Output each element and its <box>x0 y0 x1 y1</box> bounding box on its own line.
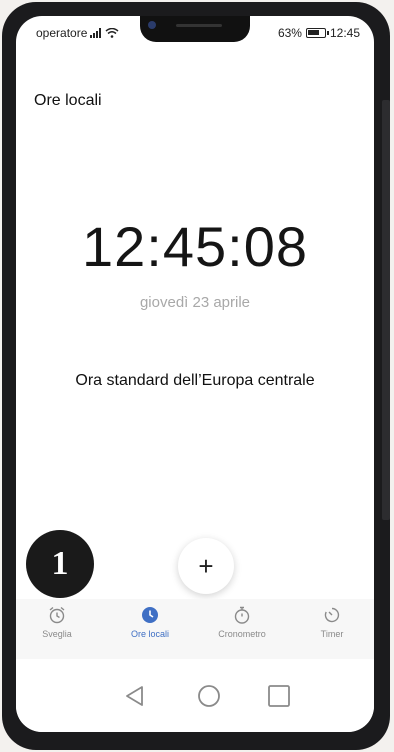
tab-timer[interactable]: Timer <box>292 605 372 639</box>
status-time: 12:45 <box>329 26 360 40</box>
back-icon[interactable] <box>120 681 150 711</box>
signal-icon <box>90 28 102 38</box>
wifi-icon <box>105 28 119 38</box>
system-nav-bar <box>16 659 374 732</box>
carrier-name: operatore <box>36 26 88 40</box>
battery-icon <box>305 28 329 38</box>
home-icon[interactable] <box>194 681 224 711</box>
camera-notch <box>140 16 250 42</box>
recents-icon[interactable] <box>264 681 294 711</box>
phone-side-edge <box>382 100 390 520</box>
screen: operatore 63% 12:45 Ore locali 12:45:08 … <box>16 16 374 732</box>
status-bar: operatore 63% 12:45 <box>16 16 374 50</box>
earpiece-speaker <box>176 24 222 27</box>
tab-label: Sveglia <box>42 629 72 639</box>
tab-label: Timer <box>320 629 344 639</box>
tab-label: Cronometro <box>218 629 266 639</box>
stopwatch-icon <box>234 606 250 624</box>
current-time: 12:45:08 <box>82 215 308 278</box>
current-date: giovedì 23 aprile <box>139 294 251 311</box>
timer-icon <box>324 607 340 623</box>
add-city-button[interactable]: + <box>178 538 234 594</box>
tab-label: Ore locali <box>130 629 169 639</box>
bottom-tab-bar: Sveglia Ore locali Cronometro Timer <box>16 599 374 659</box>
world-clock-icon <box>142 607 158 623</box>
step-number-badge: 1 <box>26 530 94 598</box>
plus-icon: + <box>198 550 214 581</box>
carrier-group: operatore <box>36 26 119 40</box>
status-right-group: 63% 12:45 <box>278 26 360 40</box>
timezone-label[interactable]: Ora standard dell’Europa centrale <box>16 372 374 390</box>
tab-cronometro[interactable]: Cronometro <box>202 605 282 639</box>
battery-percent: 63% <box>277 26 302 40</box>
tab-sveglia[interactable]: Sveglia <box>17 605 97 639</box>
tab-ore-locali[interactable]: Ore locali <box>110 605 190 639</box>
page-title: Ore locali <box>34 92 102 109</box>
alarm-clock-icon <box>49 606 65 624</box>
front-camera <box>148 21 156 29</box>
